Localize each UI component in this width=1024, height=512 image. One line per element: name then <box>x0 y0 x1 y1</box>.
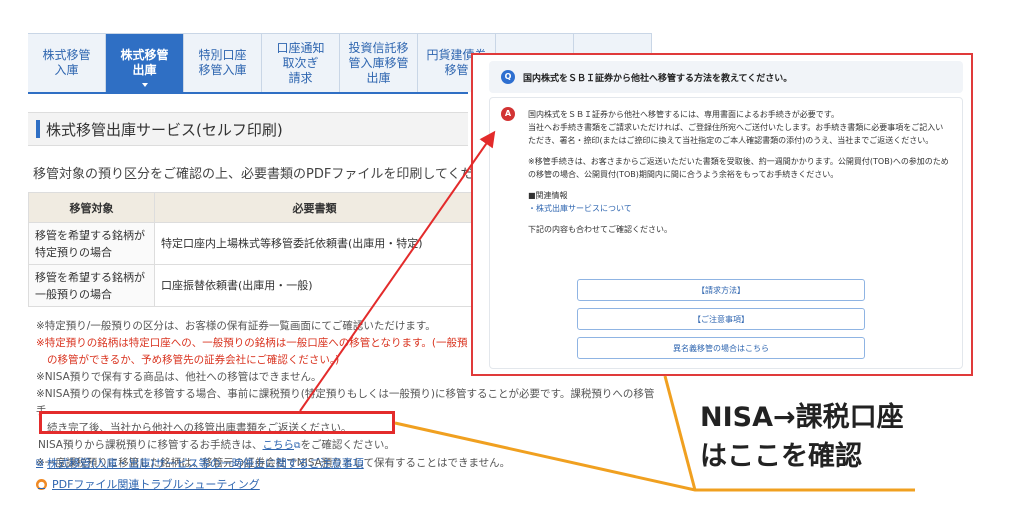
red-arrow <box>299 130 496 412</box>
callout-text: NISA→課税口座 はここを確認 <box>700 398 904 476</box>
callout-line-1: NISA→課税口座 <box>700 402 904 433</box>
orange-connector-line <box>663 375 697 491</box>
callout-line-2: はここを確認 <box>700 441 862 472</box>
